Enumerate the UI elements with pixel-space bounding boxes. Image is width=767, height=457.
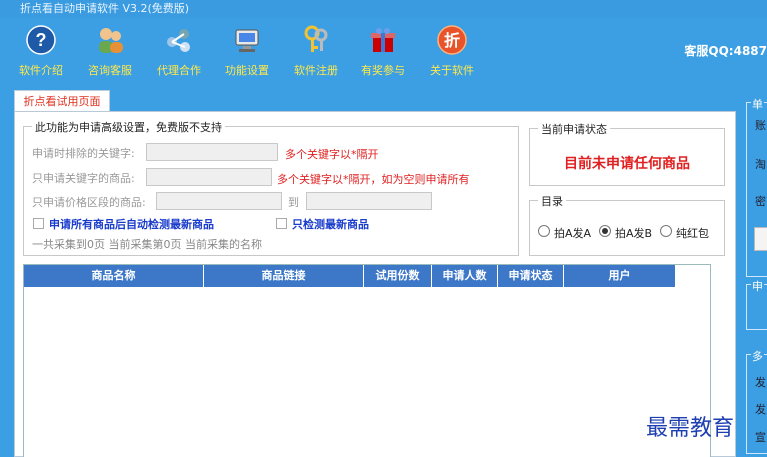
right-action-button[interactable] [754, 227, 767, 251]
right-group-bottom-legend: 多 [751, 348, 764, 364]
status-message: 目前未申请任何商品 [564, 156, 690, 172]
toolbar-register-button[interactable]: 软件注册 [283, 24, 349, 82]
toolbar-support-label: 咨询客服 [88, 64, 132, 77]
window-title: 折点看自动申请软件 V3.2(免费版) [0, 0, 767, 18]
toolbar-intro-button[interactable]: ? 软件介绍 [8, 24, 74, 82]
radio-pai-a-fa-a[interactable] [538, 225, 550, 237]
tab-trial-page[interactable]: 折点看试用页面 [14, 90, 110, 112]
right-bottom-text-3: 宣 [755, 431, 766, 444]
table-header: 商品名称 商品链接 试用份数 申请人数 申请状态 用户 [24, 265, 676, 287]
include-keyword-input[interactable] [146, 168, 272, 186]
col-user[interactable]: 用户 [564, 265, 676, 287]
toolbar-reward-button[interactable]: 有奖参与 [350, 24, 416, 82]
price-range-label: 只申请价格区段的商品: [32, 196, 146, 209]
col-product-link[interactable]: 商品链接 [204, 265, 364, 287]
help-icon: ? [26, 25, 56, 55]
col-trial-count[interactable]: 试用份数 [364, 265, 432, 287]
keys-icon [304, 25, 328, 52]
product-table[interactable]: 商品名称 商品链接 试用份数 申请人数 申请状态 用户 [23, 264, 711, 457]
right-group-top-legend: 单 [751, 96, 764, 112]
gift-icon [371, 28, 395, 52]
price-max-input[interactable] [306, 192, 432, 210]
right-label-password: 密 [755, 195, 766, 208]
users-icon [99, 28, 123, 53]
toolbar-about-label: 关于软件 [430, 64, 474, 77]
include-keyword-label: 只申请关键字的商品: [32, 172, 135, 185]
exclude-keyword-label: 申请时排除的关键字: [32, 147, 135, 160]
right-group-mid-legend: 申 [751, 278, 764, 294]
right-bottom-text-1: 发 [755, 376, 766, 389]
toolbar: ? 软件介绍 咨询客服 代理合作 功能设置 软件注册 有奖参与 折 关于软件 客… [0, 18, 767, 84]
auto-detect-label[interactable]: 申请所有商品后自动检测最新商品 [49, 216, 214, 232]
discount-icon: 折 [437, 25, 467, 55]
status-group: 当前申请状态 目前未申请任何商品 [529, 121, 725, 186]
col-applicant-count[interactable]: 申请人数 [432, 265, 498, 287]
settings-icon [235, 29, 259, 52]
advanced-settings-legend: 此功能为申请高级设置，免费版不支持 [32, 119, 225, 135]
toolbar-support-button[interactable]: 咨询客服 [77, 24, 143, 82]
advanced-settings-group: 此功能为申请高级设置，免费版不支持 申请时排除的关键字: 多个关键字以*隔开 只… [23, 119, 519, 256]
trial-panel: 此功能为申请高级设置，免费版不支持 申请时排除的关键字: 多个关键字以*隔开 只… [14, 111, 736, 457]
progress-text: 一共采集到0页 当前采集第0页 当前采集的名称 [32, 238, 262, 251]
col-apply-status[interactable]: 申请状态 [498, 265, 564, 287]
include-keyword-hint: 多个关键字以*隔开，如为空则申请所有 [277, 173, 470, 186]
toolbar-agent-button[interactable]: 代理合作 [146, 24, 212, 82]
svg-text:折: 折 [444, 31, 460, 50]
toolbar-settings-label: 功能设置 [225, 64, 269, 77]
catalog-group: 目录 拍A发A 拍A发B 纯红包 [529, 193, 725, 256]
toolbar-settings-button[interactable]: 功能设置 [214, 24, 280, 82]
radio-red-packet[interactable] [660, 225, 672, 237]
exclude-keyword-input[interactable] [146, 143, 278, 161]
network-icon [167, 29, 190, 52]
status-legend: 当前申请状态 [538, 121, 610, 137]
catalog-legend: 目录 [538, 193, 566, 209]
toolbar-agent-label: 代理合作 [157, 64, 201, 77]
exclude-keyword-hint: 多个关键字以*隔开 [285, 148, 379, 161]
svg-text:?: ? [36, 30, 47, 50]
watermark: 最需教育 [646, 416, 735, 441]
radio-red-packet-label[interactable]: 纯红包 [676, 225, 709, 241]
radio-pai-a-fa-b[interactable] [599, 225, 611, 237]
right-bottom-text-2: 发 [755, 403, 766, 416]
toolbar-about-button[interactable]: 折 关于软件 [419, 24, 485, 82]
toolbar-intro-label: 软件介绍 [19, 64, 63, 77]
only-newest-label[interactable]: 只检测最新商品 [292, 216, 369, 232]
service-qq: 客服QQ:4887 [684, 44, 767, 58]
right-label-account: 账 [755, 119, 766, 132]
only-newest-checkbox[interactable] [276, 218, 287, 229]
right-label-taobao: 淘 [755, 158, 766, 171]
toolbar-reward-label: 有奖参与 [361, 64, 405, 77]
radio-pai-a-fa-a-label[interactable]: 拍A发A [554, 225, 591, 241]
col-product-name[interactable]: 商品名称 [24, 265, 204, 287]
price-to-label: 到 [288, 196, 299, 209]
right-panel: 单 账 淘 密 申 多 发 发 宣 [740, 84, 767, 457]
right-group-mid: 申 [746, 278, 767, 330]
toolbar-register-label: 软件注册 [294, 64, 338, 77]
auto-detect-checkbox[interactable] [33, 218, 44, 229]
radio-pai-a-fa-b-label[interactable]: 拍A发B [615, 225, 652, 241]
price-min-input[interactable] [156, 192, 282, 210]
